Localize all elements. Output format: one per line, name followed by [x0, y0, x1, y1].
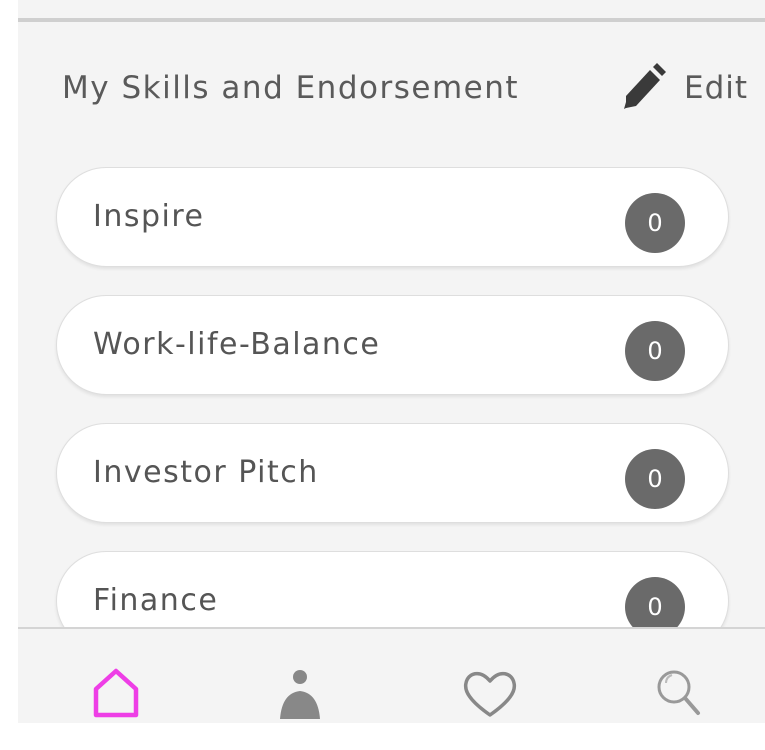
search-icon: [650, 663, 710, 723]
pencil-icon: [622, 62, 666, 110]
nav-home[interactable]: [86, 663, 146, 723]
endorsement-count-badge: 0: [625, 193, 685, 253]
edit-button[interactable]: Edit: [622, 62, 752, 118]
skill-card-investor-pitch[interactable]: Investor Pitch 0: [56, 423, 729, 523]
bottom-nav: [18, 627, 765, 723]
skill-name: Investor Pitch: [93, 455, 319, 490]
section-header: My Skills and Endorsement Edit: [62, 62, 752, 118]
endorsement-count-badge: 0: [625, 449, 685, 509]
edit-label: Edit: [684, 70, 749, 106]
top-divider: [18, 18, 765, 22]
profile-icon: [270, 663, 330, 723]
skill-name: Work-life-Balance: [93, 327, 381, 362]
endorsement-count-badge: 0: [625, 321, 685, 381]
nav-favorites[interactable]: [460, 663, 520, 723]
section-title: My Skills and Endorsement: [62, 70, 520, 106]
bottom-edge: [18, 723, 765, 750]
skill-name: Finance: [93, 583, 219, 618]
nav-profile[interactable]: [270, 663, 330, 723]
app-screen: My Skills and Endorsement Edit Inspire 0…: [0, 0, 765, 750]
skill-card-work-life-balance[interactable]: Work-life-Balance 0: [56, 295, 729, 395]
home-icon: [86, 663, 146, 723]
skill-name: Inspire: [93, 199, 205, 234]
nav-search[interactable]: [650, 663, 710, 723]
skill-card-inspire[interactable]: Inspire 0: [56, 167, 729, 267]
heart-icon: [460, 663, 520, 723]
